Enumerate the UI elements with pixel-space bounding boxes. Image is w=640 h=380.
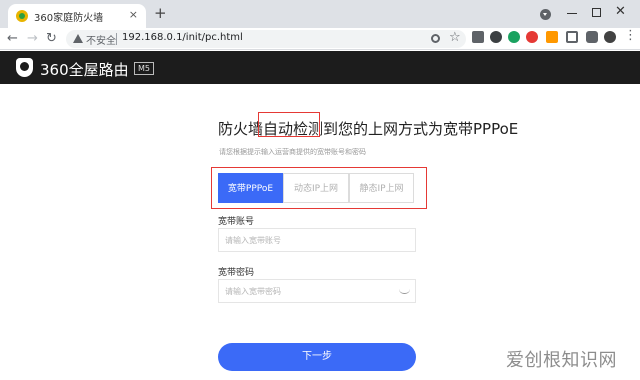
tab-close-icon[interactable]: × [129,8,138,21]
model-badge: M5 [134,62,154,75]
tab-pppoe[interactable]: 宽带PPPoE [218,173,283,203]
tab-static-ip[interactable]: 静态IP上网 [349,173,414,203]
url-text[interactable]: 192.168.0.1/init/pc.html [122,32,243,43]
insecure-label: 不安全 [86,36,116,47]
extension-icon[interactable] [546,31,558,43]
tab-dynamic-ip[interactable]: 动态IP上网 [283,173,349,203]
password-input[interactable] [218,279,416,303]
extension-icon[interactable] [490,31,502,43]
bookmark-star-icon[interactable]: ☆ [449,30,461,45]
next-button[interactable]: 下一步 [218,343,416,371]
account-label: 宽带账号 [218,217,255,227]
separator [116,33,117,45]
browser-toolbar: ← → ↻ 不安全 192.168.0.1/init/pc.html ☆ [0,28,640,50]
warning-icon [73,34,83,43]
highlight-box [258,112,320,137]
shield-logo-icon [16,58,33,77]
extension-icon[interactable] [508,31,520,43]
tab-title: 360家庭防火墙 [34,13,104,24]
reload-icon[interactable]: ↻ [46,30,57,47]
browser-tab[interactable]: 360家庭防火墙 × [8,4,146,28]
new-tab-button[interactable]: + [154,6,167,21]
watermark: 爱创根知识网 [506,350,617,371]
puzzle-icon[interactable] [586,31,598,43]
extension-icon[interactable] [526,31,538,43]
forward-icon[interactable]: → [27,30,38,47]
brand-name: 360全屋路由 [40,61,129,79]
address-bar[interactable]: 不安全 192.168.0.1/init/pc.html ☆ [66,30,466,48]
browser-tab-strip: 360家庭防火墙 × + ✕ [0,0,640,28]
profile-avatar-icon[interactable] [604,31,616,43]
app-header: 360全屋路由 M5 [0,51,640,84]
maximize-icon[interactable] [592,8,601,17]
window-close-icon[interactable]: ✕ [615,4,626,19]
more-menu-icon[interactable]: ⋮ [624,28,637,43]
page-subtitle: 请您根据提示输入运营商提供的宽带账号和密码 [219,148,366,156]
tab-search-icon[interactable] [540,9,551,20]
favicon-icon [16,10,28,22]
key-icon[interactable] [431,34,440,43]
screen: 360家庭防火墙 × + ✕ ← → ↻ 不安全 192.168.0.1/ini… [0,0,640,380]
back-icon[interactable]: ← [7,30,18,47]
minimize-icon[interactable] [567,13,577,14]
extension-icon[interactable] [566,31,578,43]
password-label: 宽带密码 [218,268,255,278]
extension-icon[interactable] [472,31,484,43]
account-input[interactable] [218,228,416,252]
